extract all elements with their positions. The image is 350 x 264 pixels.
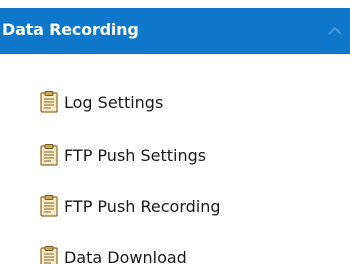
menu-item-log-settings[interactable]: Log Settings (40, 89, 163, 115)
clipboard-icon (40, 246, 58, 264)
clipboard-icon (40, 195, 58, 217)
menu-item-ftp-push-recording[interactable]: FTP Push Recording (40, 193, 221, 219)
panel-title: Data Recording (2, 20, 139, 39)
menu-item-label: FTP Push Recording (64, 196, 221, 216)
clipboard-icon (40, 144, 58, 166)
menu-item-label: Data Download (64, 247, 187, 264)
data-recording-panel: Data Recording Log Settings FTP Push Set… (0, 0, 350, 264)
chevron-up-icon[interactable] (322, 18, 348, 44)
menu-item-label: Log Settings (64, 92, 164, 112)
panel-header[interactable]: Data Recording (0, 8, 350, 54)
menu-item-label: FTP Push Settings (64, 145, 207, 165)
clipboard-icon (40, 91, 58, 113)
menu-item-data-download[interactable]: Data Download (40, 244, 187, 264)
menu-item-ftp-push-settings[interactable]: FTP Push Settings (40, 142, 206, 168)
